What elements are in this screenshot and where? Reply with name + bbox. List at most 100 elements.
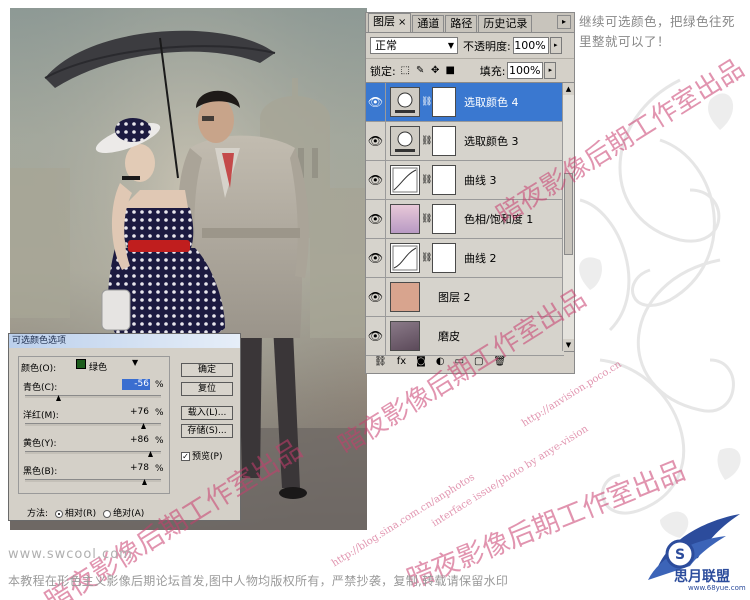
magenta-label: 洋红(M):	[23, 411, 59, 421]
load-button[interactable]: 载入(L)...	[181, 406, 233, 420]
black-input[interactable]: +78	[122, 463, 150, 474]
eye-icon[interactable]: 👁	[366, 238, 386, 278]
tab-paths[interactable]: 路径	[445, 15, 478, 32]
eye-icon[interactable]: 👁	[366, 121, 386, 161]
layer-skin-smoothing[interactable]: 👁 磨皮	[366, 316, 564, 356]
curves-thumb-icon	[390, 165, 420, 195]
blend-mode-select[interactable]: 正常 ▼	[370, 37, 458, 54]
selective-color-dialog: 可选颜色选项 颜色(O): 绿色 ▼ 青色(C): -56 % 洋红(M): +…	[8, 333, 241, 521]
chain-link-icon[interactable]: ⛓	[421, 175, 432, 185]
scroll-thumb[interactable]	[564, 173, 573, 255]
opacity-input[interactable]: 100%	[512, 37, 549, 54]
fx-icon[interactable]: fx	[397, 356, 406, 367]
link-layers-icon[interactable]: ⛓	[374, 356, 387, 367]
scroll-down-icon[interactable]: ▼	[563, 339, 574, 351]
scroll-up-icon[interactable]: ▲	[563, 83, 574, 95]
layer-layer-2[interactable]: 👁 图层 2	[366, 277, 564, 317]
layer-mask-thumb[interactable]	[432, 165, 456, 195]
color-swatch	[76, 359, 86, 369]
percent-label: %	[155, 408, 164, 418]
chain-link-icon[interactable]: ⛓	[421, 136, 432, 146]
fill-input[interactable]: 100%	[507, 62, 544, 79]
svg-text:S: S	[675, 547, 685, 563]
adjustment-layer-icon[interactable]: ◐	[436, 356, 445, 367]
magenta-input[interactable]: +76	[122, 407, 150, 418]
new-group-icon[interactable]: ▭	[455, 356, 464, 367]
layer-mask-thumb[interactable]	[432, 87, 456, 117]
chevron-down-icon[interactable]: ▼	[132, 358, 138, 367]
layer-name: 图层 2	[438, 291, 471, 304]
adjustment-thumb-icon	[390, 87, 420, 117]
method-absolute-radio[interactable]	[103, 509, 112, 518]
add-mask-icon[interactable]: ◙	[416, 356, 426, 367]
layer-mask-thumb[interactable]	[432, 126, 456, 156]
close-icon[interactable]: ×	[398, 17, 406, 28]
layer-thumb	[390, 282, 420, 312]
layer-list: 👁 ⛓ 选取颜色 4 👁 ⛓ 选取颜色 3 👁 ⛓ 曲线 3 👁 ⛓ 色相/饱和…	[366, 82, 574, 356]
tab-channels[interactable]: 通道	[412, 15, 445, 32]
lock-position-icon[interactable]: ✥	[430, 65, 441, 76]
opacity-slider-button[interactable]: ▸	[549, 37, 562, 54]
method-relative-radio[interactable]	[54, 509, 63, 518]
lock-transparency-icon[interactable]: ⬚	[400, 65, 411, 76]
yellow-slider-track[interactable]	[25, 451, 161, 454]
method-relative-label: 相对(R)	[64, 509, 97, 519]
color-label: 颜色(O):	[21, 364, 57, 374]
lock-pixels-icon[interactable]: ✎	[415, 65, 426, 76]
tab-layers-label: 图层	[373, 15, 395, 28]
layer-curves-2[interactable]: 👁 ⛓ 曲线 2	[366, 238, 564, 278]
logo-url: www.68yue.com	[688, 584, 746, 592]
percent-label: %	[155, 380, 164, 390]
logo-text: 思月联盟	[674, 569, 730, 585]
layers-scrollbar[interactable]: ▲ ▼	[562, 83, 574, 351]
layer-curves-3[interactable]: 👁 ⛓ 曲线 3	[366, 160, 564, 200]
eye-icon[interactable]: 👁	[366, 199, 386, 239]
new-layer-icon[interactable]: ▢	[474, 356, 483, 367]
trash-icon[interactable]: 🗑	[494, 356, 507, 367]
layer-selective-color-3[interactable]: 👁 ⛓ 选取颜色 3	[366, 121, 564, 161]
checkmark-icon: ✓	[181, 452, 190, 461]
hue-saturation-thumb-icon	[390, 204, 420, 234]
ok-button[interactable]: 确定	[181, 363, 233, 377]
chain-link-icon[interactable]: ⛓	[421, 214, 432, 224]
preview-label: 预览(P)	[192, 452, 223, 462]
percent-label: %	[155, 436, 164, 446]
cyan-slider-track[interactable]	[25, 395, 161, 398]
eye-icon[interactable]: 👁	[366, 277, 386, 317]
color-select[interactable]: 绿色	[89, 360, 107, 373]
lock-label: 锁定:	[370, 64, 396, 78]
blend-mode-value: 正常	[375, 39, 397, 52]
layer-name: 曲线 2	[464, 252, 497, 265]
chain-link-icon[interactable]: ⛓	[421, 253, 432, 263]
opacity-label: 不透明度:	[463, 39, 511, 53]
yellow-input[interactable]: +86	[122, 435, 150, 446]
black-slider-track[interactable]	[25, 479, 161, 482]
cyan-input[interactable]: -56	[122, 379, 150, 390]
layer-mask-thumb[interactable]	[432, 204, 456, 234]
adjustment-thumb-icon	[390, 126, 420, 156]
eye-icon[interactable]: 👁	[366, 160, 386, 200]
page: 图层 × 通道 路径 历史记录 ▸ 正常 ▼ 不透明度: 100% ▸ 锁定: ⬚…	[0, 0, 750, 600]
layer-name: 磨皮	[438, 330, 460, 343]
layer-selective-color-4[interactable]: 👁 ⛓ 选取颜色 4	[366, 82, 564, 122]
panel-menu-icon[interactable]: ▸	[557, 15, 571, 29]
tab-history[interactable]: 历史记录	[478, 15, 533, 32]
layer-mask-thumb[interactable]	[432, 243, 456, 273]
reset-button[interactable]: 复位	[181, 382, 233, 396]
yellow-label: 黄色(Y):	[23, 439, 57, 449]
dialog-title: 可选颜色选项	[9, 334, 240, 348]
save-button[interactable]: 存储(S)...	[181, 424, 233, 438]
blend-row: 正常 ▼ 不透明度: 100% ▸	[366, 33, 574, 59]
chevron-down-icon: ▼	[447, 41, 454, 50]
layer-name: 选取颜色 4	[464, 96, 519, 109]
curves-thumb-icon	[390, 243, 420, 273]
magenta-slider-track[interactable]	[25, 423, 161, 426]
eye-icon[interactable]: 👁	[366, 82, 386, 122]
preview-checkbox[interactable]: ✓ 预览(P)	[181, 449, 222, 462]
lock-all-icon[interactable]: ■	[445, 65, 456, 76]
tab-layers[interactable]: 图层 ×	[368, 13, 412, 32]
eye-icon[interactable]: 👁	[366, 316, 386, 356]
chain-link-icon[interactable]: ⛓	[421, 97, 432, 107]
layer-hue-saturation-1[interactable]: 👁 ⛓ 色相/饱和度 1	[366, 199, 564, 239]
fill-slider-button[interactable]: ▸	[544, 62, 557, 79]
